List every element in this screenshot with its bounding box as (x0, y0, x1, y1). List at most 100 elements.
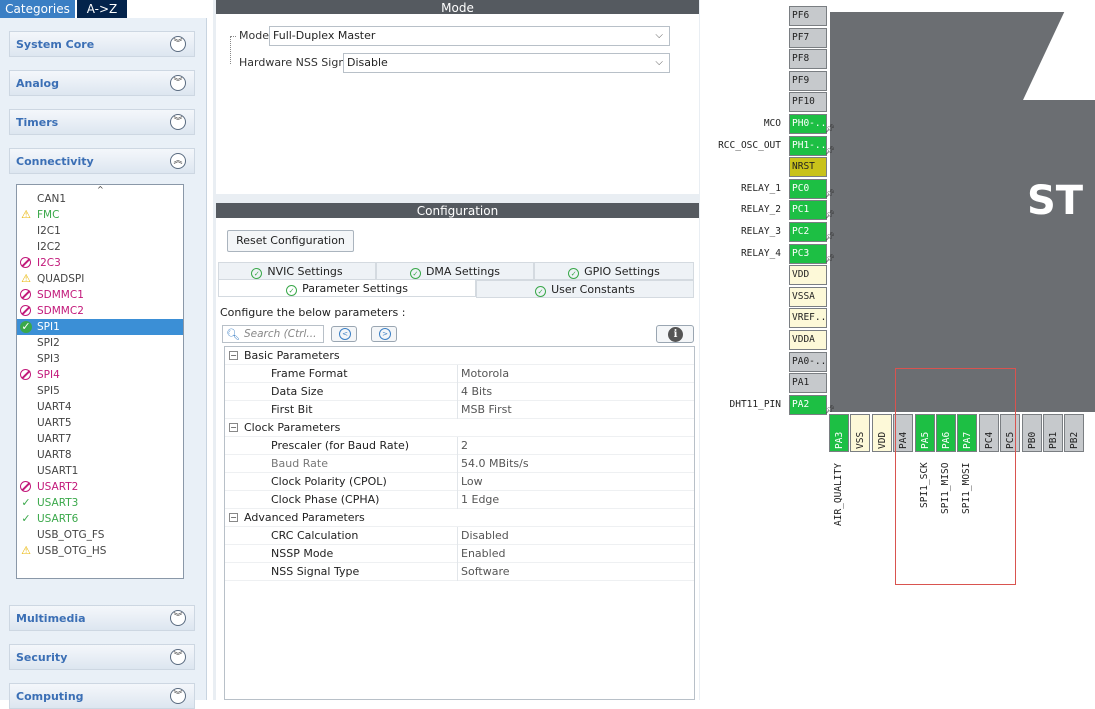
peripheral-item-sdmmc2[interactable]: SDMMC2 (17, 303, 183, 319)
peripheral-item-sdmmc1[interactable]: SDMMC1 (17, 287, 183, 303)
chevron-down-icon[interactable]: ︾ (170, 114, 186, 130)
pin-pb0[interactable]: PB0 (1021, 414, 1042, 452)
search-previous-button[interactable]: < (331, 326, 357, 342)
pin-signal-label[interactable]: AIR_QUALITY (833, 463, 844, 526)
tab-a-to-z[interactable]: A->Z (77, 0, 127, 18)
pin-signal-label[interactable]: RELAY_1 (741, 183, 781, 194)
param-value[interactable]: 4 Bits (461, 383, 492, 401)
param-row-prescaler[interactable]: Prescaler (for Baud Rate) 2 (225, 437, 694, 455)
param-row-cpol[interactable]: Clock Polarity (CPOL) Low (225, 473, 694, 491)
nss-select[interactable]: Disable ⌵ (343, 53, 670, 73)
pin-ph1[interactable]: PH1-... (789, 135, 827, 156)
pin-pb1[interactable]: PB1 (1043, 414, 1063, 452)
category-system-core[interactable]: System Core ︾ (9, 31, 195, 57)
param-row-cpha[interactable]: Clock Phase (CPHA) 1 Edge (225, 491, 694, 509)
pin-ph0[interactable]: PH0-... (789, 114, 827, 134)
pin-pa1[interactable]: PA1 (789, 373, 827, 394)
param-value[interactable]: MSB First (461, 401, 512, 419)
peripheral-item-i2c2[interactable]: I2C2 (17, 239, 183, 255)
pin-pc2[interactable]: PC2 (789, 222, 827, 242)
peripheral-item-spi1[interactable]: ✓ SPI1 (17, 319, 183, 335)
peripheral-item-usart3[interactable]: ✓ USART3 (17, 495, 183, 511)
pin-pf10[interactable]: PF10 (789, 92, 827, 113)
peripheral-item-uart7[interactable]: UART7 (17, 431, 183, 447)
param-value[interactable]: 2 (461, 437, 468, 455)
param-row-nss-signal-type[interactable]: NSS Signal Type Software (225, 563, 694, 581)
mode-select[interactable]: Full-Duplex Master ⌵ (269, 26, 670, 46)
peripheral-item-usart1[interactable]: USART1 (17, 463, 183, 479)
param-value[interactable]: Low (461, 473, 483, 491)
chevron-down-icon[interactable]: ︾ (170, 649, 186, 665)
category-computing[interactable]: Computing ︾ (9, 683, 195, 709)
pin-signal-label[interactable]: RCC_OSC_OUT (718, 140, 781, 151)
pin-pc0[interactable]: PC0 (789, 178, 827, 199)
peripheral-item-i2c3[interactable]: I2C3 (17, 255, 183, 271)
peripheral-item-uart4[interactable]: UART4 (17, 399, 183, 415)
param-value[interactable]: Enabled (461, 545, 505, 563)
search-next-button[interactable]: > (371, 326, 397, 342)
pin-pf9[interactable]: PF9 (789, 70, 827, 91)
peripheral-item-spi2[interactable]: SPI2 (17, 335, 183, 351)
category-multimedia[interactable]: Multimedia ︾ (9, 605, 195, 631)
pin-signal-label[interactable]: MCO (764, 118, 781, 129)
group-basic-parameters[interactable]: − Basic Parameters (225, 347, 694, 365)
param-row-data-size[interactable]: Data Size 4 Bits (225, 383, 694, 401)
pin-vss[interactable]: VSS (850, 414, 871, 452)
tab-parameter-settings[interactable]: ✓ Parameter Settings (218, 279, 476, 297)
chevron-down-icon[interactable]: ︾ (170, 688, 186, 704)
peripheral-item-usb_otg_fs[interactable]: USB_OTG_FS (17, 527, 183, 543)
pin-pf8[interactable]: PF8 (789, 49, 827, 70)
param-value[interactable]: Disabled (461, 527, 509, 545)
param-row-nssp-mode[interactable]: NSSP Mode Enabled (225, 545, 694, 563)
peripheral-item-uart5[interactable]: UART5 (17, 415, 183, 431)
param-row-crc[interactable]: CRC Calculation Disabled (225, 527, 694, 545)
pin-signal-label[interactable]: RELAY_2 (741, 204, 781, 215)
reset-configuration-button[interactable]: Reset Configuration (227, 230, 354, 252)
pin-signal-label[interactable]: DHT11_PIN (730, 399, 781, 410)
peripheral-item-spi3[interactable]: SPI3 (17, 351, 183, 367)
tab-dma-settings[interactable]: ✓ DMA Settings (376, 262, 534, 280)
peripheral-item-spi4[interactable]: SPI4 (17, 367, 183, 383)
tab-nvic-settings[interactable]: ✓ NVIC Settings (218, 262, 376, 280)
pin-vdd[interactable]: VDD (871, 414, 892, 452)
category-timers[interactable]: Timers ︾ (9, 109, 195, 135)
peripheral-item-usb_otg_hs[interactable]: ⚠ USB_OTG_HS (17, 543, 183, 559)
pin-nrst[interactable]: NRST (789, 157, 827, 178)
pin-pa0[interactable]: PA0-... (789, 351, 827, 372)
collapse-icon[interactable]: − (229, 351, 238, 360)
search-input[interactable]: 🔍︎ Search (Ctrl... (222, 325, 324, 343)
param-value[interactable]: Motorola (461, 365, 509, 383)
param-row-frame-format[interactable]: Frame Format Motorola (225, 365, 694, 383)
chevron-down-icon[interactable]: ︾ (170, 36, 186, 52)
pin-vssa[interactable]: VSSA (789, 286, 827, 307)
pinout-view[interactable]: ST PF6PF7PF8PF9PF10PH0-...MCO📌︎PH1-...RC… (705, 0, 1095, 700)
category-security[interactable]: Security ︾ (9, 644, 195, 670)
param-value[interactable]: 1 Edge (461, 491, 499, 509)
pin-signal-label[interactable]: RELAY_4 (741, 248, 781, 259)
pin-pa3[interactable]: PA3 (829, 414, 849, 452)
info-button[interactable]: i (656, 325, 694, 343)
peripheral-item-usart2[interactable]: USART2 (17, 479, 183, 495)
tab-categories[interactable]: Categories (0, 0, 75, 18)
peripheral-item-uart8[interactable]: UART8 (17, 447, 183, 463)
pin-pa2[interactable]: PA2 (789, 394, 827, 415)
pin-pc1[interactable]: PC1 (789, 200, 827, 221)
pin-vdd[interactable]: VDD (789, 265, 827, 286)
peripheral-item-quadspi[interactable]: ⚠ QUADSPI (17, 271, 183, 287)
pin-vref[interactable]: VREF... (789, 308, 827, 329)
collapse-icon[interactable]: − (229, 513, 238, 522)
pin-vdda[interactable]: VDDA (789, 330, 827, 350)
chevron-up-icon[interactable]: ︽ (170, 153, 186, 169)
pin-pb2[interactable]: PB2 (1064, 414, 1085, 452)
peripheral-item-can1[interactable]: CAN1 (17, 191, 183, 207)
collapse-icon[interactable]: − (229, 423, 238, 432)
category-analog[interactable]: Analog ︾ (9, 70, 195, 96)
pin-pf7[interactable]: PF7 (789, 27, 827, 48)
group-clock-parameters[interactable]: − Clock Parameters (225, 419, 694, 437)
tab-gpio-settings[interactable]: ✓ GPIO Settings (534, 262, 694, 280)
group-advanced-parameters[interactable]: − Advanced Parameters (225, 509, 694, 527)
pin-pc3[interactable]: PC3 (789, 243, 827, 264)
pin-signal-label[interactable]: RELAY_3 (741, 226, 781, 237)
peripheral-item-i2c1[interactable]: I2C1 (17, 223, 183, 239)
chevron-down-icon[interactable]: ︾ (170, 75, 186, 91)
